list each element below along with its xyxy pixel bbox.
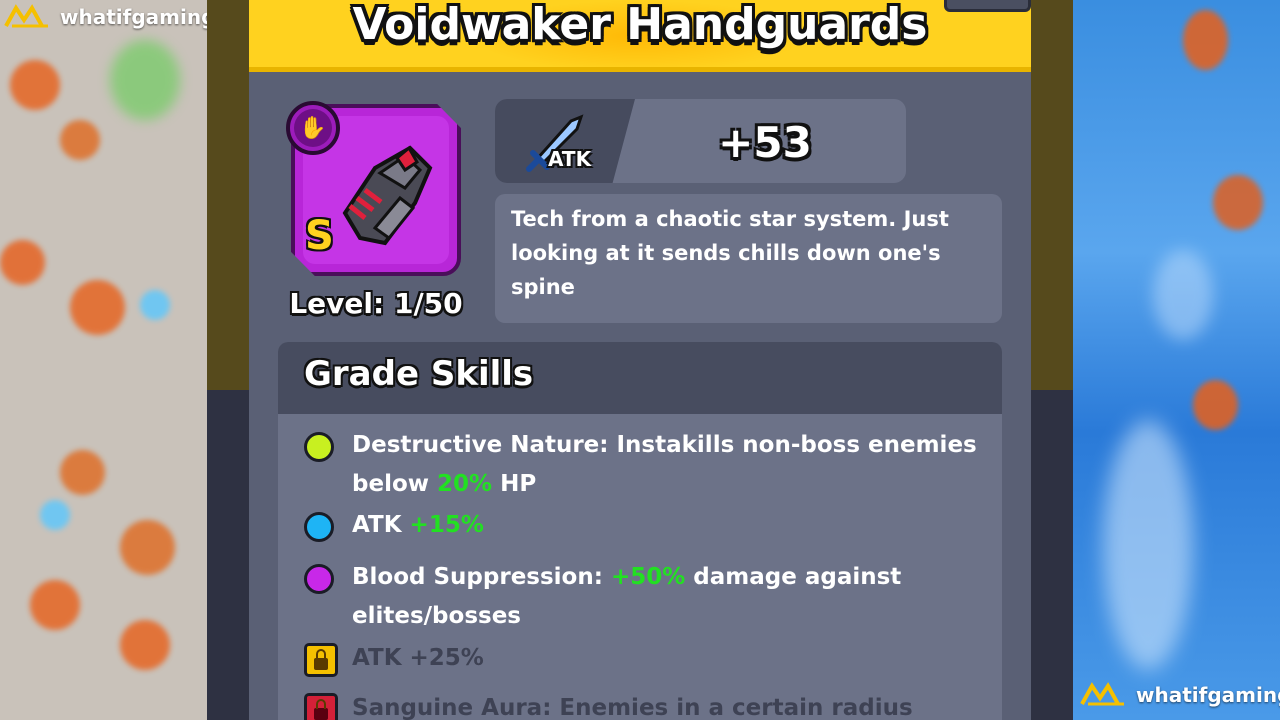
stat-label: ATK bbox=[548, 147, 592, 171]
watermark-text: whatifgaming bbox=[1136, 683, 1280, 707]
item-name: Voidwaker Handguards bbox=[352, 0, 928, 50]
item-description-box: Tech from a chaotic star system. Just lo… bbox=[495, 194, 1002, 323]
skill-item-locked: ATK +25% bbox=[304, 639, 984, 678]
stat-value: +53 bbox=[718, 118, 812, 167]
equipment-slot-badge: ✋ bbox=[286, 101, 340, 155]
skill-grade-dot bbox=[304, 512, 334, 542]
whatifgaming-logo-icon bbox=[4, 4, 48, 28]
frame-edge-right-lower bbox=[1031, 390, 1073, 720]
item-grade: S bbox=[305, 213, 334, 259]
skill-grade-dot bbox=[304, 432, 334, 462]
skill-text: Blood Suppression: bbox=[352, 564, 611, 590]
item-title-banner: Voidwaker Handguards bbox=[249, 0, 1031, 72]
skill-grade-dot bbox=[304, 564, 334, 594]
skill-item: ATK +15% bbox=[304, 506, 984, 545]
skill-text: ATK bbox=[352, 512, 410, 538]
skill-item: Destructive Nature: Instakills non-boss … bbox=[304, 426, 984, 504]
skill-item: Blood Suppression: +50% damage against e… bbox=[304, 558, 984, 636]
frame-edge-left bbox=[207, 0, 249, 390]
skill-value: +50% bbox=[610, 564, 686, 590]
lock-icon bbox=[304, 643, 338, 677]
skill-text: HP bbox=[492, 471, 537, 497]
grade-skills-title: Grade Skills bbox=[304, 354, 534, 394]
item-level: Level: 1/50 bbox=[289, 287, 463, 320]
whatifgaming-logo-icon bbox=[1080, 682, 1124, 706]
background-gameplay-left bbox=[0, 0, 207, 720]
watermark-text: whatifgaming bbox=[60, 5, 216, 29]
glove-icon: ✋ bbox=[294, 109, 332, 147]
lock-icon bbox=[304, 693, 338, 720]
frame-edge-left-lower bbox=[207, 390, 249, 720]
frame-edge-right bbox=[1031, 0, 1073, 390]
watermark: whatifgaming bbox=[1080, 682, 1280, 708]
item-description: Tech from a chaotic star system. Just lo… bbox=[511, 207, 949, 299]
skill-value: +15% bbox=[409, 512, 484, 538]
watermark: whatifgaming bbox=[4, 4, 215, 30]
close-tab[interactable] bbox=[944, 0, 1031, 12]
grade-skills-header: Grade Skills bbox=[278, 342, 1002, 414]
skill-text: ATK +25% bbox=[352, 645, 484, 671]
background-gameplay-right bbox=[1073, 0, 1280, 720]
skill-text: Sanguine Aura: Enemies in a certain radi… bbox=[352, 695, 913, 720]
skill-item-locked: Sanguine Aura: Enemies in a certain radi… bbox=[304, 689, 984, 720]
grade-skills-panel: Grade Skills Destructive Nature: Instaki… bbox=[278, 342, 1002, 720]
skill-value: 20% bbox=[437, 471, 493, 497]
